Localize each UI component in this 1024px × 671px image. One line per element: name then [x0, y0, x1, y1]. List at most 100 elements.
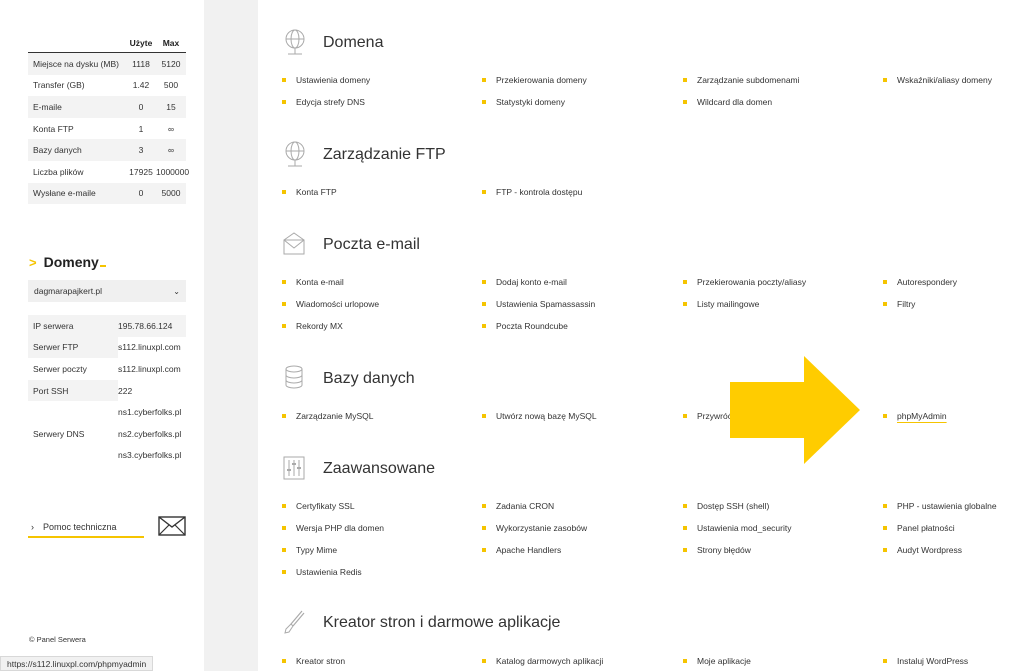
bullet-square-icon: [683, 659, 687, 663]
link-poczta-roundcube[interactable]: Poczta Roundcube: [482, 320, 568, 332]
arrow-right-icon: [730, 356, 860, 464]
bullet-square-icon: [282, 526, 286, 530]
bullet-square-icon: [883, 659, 887, 663]
link-dostep-ssh[interactable]: Dostęp SSH (shell): [683, 500, 769, 512]
bullet-square-icon: [683, 100, 687, 104]
link-edycja-strefy-dns[interactable]: Edycja strefy DNS: [282, 96, 365, 108]
link-wskazniki-aliasy-domeny[interactable]: Wskaźniki/aliasy domeny: [883, 74, 992, 86]
link-wiadomosci-urlopowe[interactable]: Wiadomości urlopowe: [282, 298, 379, 310]
bullet-square-icon: [282, 324, 286, 328]
copyright-text: © Panel Serwera: [29, 635, 86, 644]
envelope-icon[interactable]: [158, 516, 186, 536]
stats-header-max: Max: [162, 38, 180, 48]
stats-row: E-maile 0 15: [28, 96, 186, 118]
domain-select-value: dagmarapajkert.pl: [34, 286, 103, 296]
info-row: Serwer FTP s112.linuxpl.com: [28, 336, 186, 359]
link-autorespondery[interactable]: Autorespondery: [883, 276, 957, 288]
info-row: Port SSH 222: [28, 379, 186, 402]
domains-heading: > Domeny: [29, 254, 106, 270]
bullet-square-icon: [683, 504, 687, 508]
bullet-square-icon: [282, 78, 286, 82]
link-apache-handlers[interactable]: Apache Handlers: [482, 544, 561, 556]
globe-icon: [285, 141, 305, 167]
section-title: Bazy danych: [323, 370, 415, 387]
bullet-square-icon: [482, 504, 486, 508]
bullet-square-icon: [482, 526, 486, 530]
chevron-right-icon: >: [29, 255, 37, 270]
link-wykorzystanie-zasobow[interactable]: Wykorzystanie zasobów: [482, 522, 587, 534]
link-filtry[interactable]: Filtry: [883, 298, 915, 310]
stats-row: Bazy danych 3 ∞: [28, 139, 186, 161]
status-bar-url: https://s112.linuxpl.com/phpmyadmin: [0, 656, 154, 671]
link-przekierowania-domeny[interactable]: Przekierowania domeny: [482, 74, 587, 86]
link-przekierowania-poczty[interactable]: Przekierowania poczty/aliasy: [683, 276, 806, 288]
link-listy-mailingowe[interactable]: Listy mailingowe: [683, 298, 759, 310]
bullet-square-icon: [683, 526, 687, 530]
bullet-square-icon: [282, 659, 286, 663]
link-przywroc[interactable]: Przywróć: [683, 410, 732, 422]
link-zarzadzanie-mysql[interactable]: Zarządzanie MySQL: [282, 410, 373, 422]
bullet-square-icon: [482, 78, 486, 82]
link-audyt-wordpress[interactable]: Audyt Wordpress: [883, 544, 962, 556]
stats-row: Konta FTP 1 ∞: [33, 123, 175, 134]
link-statystyki-domeny[interactable]: Statystyki domeny: [482, 96, 565, 108]
bullet-square-icon: [282, 280, 286, 284]
sidebar-divider: [204, 0, 258, 671]
link-ftp-kontrola-dostepu[interactable]: FTP - kontrola dostępu: [482, 186, 582, 198]
stats-header: Użyte Max: [28, 34, 186, 53]
link-php-ustawienia-globalne[interactable]: PHP - ustawienia globalne: [883, 500, 997, 512]
bullet-square-icon: [883, 526, 887, 530]
bullet-square-icon: [482, 190, 486, 194]
link-typy-mime[interactable]: Typy Mime: [282, 544, 337, 556]
stats-header-used: Użyte: [129, 38, 153, 48]
info-row: ns1.cyberfolks.pl: [118, 407, 182, 418]
section-title: Kreator stron i darmowe aplikacje: [323, 614, 561, 631]
link-ustawienia-spamassassin[interactable]: Ustawienia Spamassassin: [482, 298, 595, 310]
bullet-square-icon: [683, 302, 687, 306]
section-title: Poczta e-mail: [323, 236, 420, 253]
bullet-square-icon: [883, 78, 887, 82]
bullet-square-icon: [883, 548, 887, 552]
chevron-right-icon: ›: [31, 522, 34, 532]
bullet-square-icon: [883, 504, 887, 508]
link-zadania-cron[interactable]: Zadania CRON: [482, 500, 554, 512]
bullet-square-icon: [683, 78, 687, 82]
link-wersja-php[interactable]: Wersja PHP dla domen: [282, 522, 384, 534]
link-rekordy-mx[interactable]: Rekordy MX: [282, 320, 343, 332]
bullet-square-icon: [683, 280, 687, 284]
bullet-square-icon: [482, 302, 486, 306]
link-certyfikaty-ssl[interactable]: Certyfikaty SSL: [282, 500, 355, 512]
link-panel-platnosci[interactable]: Panel płatności: [883, 522, 955, 534]
link-ustawienia-domeny[interactable]: Ustawienia domeny: [282, 74, 370, 86]
link-dodaj-konto-email[interactable]: Dodaj konto e-mail: [482, 276, 567, 288]
link-ustawienia-redis[interactable]: Ustawienia Redis: [282, 566, 362, 578]
link-instaluj-wordpress[interactable]: Instaluj WordPress: [883, 655, 968, 667]
link-ustawienia-mod-security[interactable]: Ustawienia mod_security: [683, 522, 791, 534]
section-title: Zaawansowane: [323, 460, 436, 477]
link-konta-ftp[interactable]: Konta FTP: [282, 186, 337, 198]
bullet-square-icon: [482, 100, 486, 104]
link-kreator-stron[interactable]: Kreator stron: [282, 655, 345, 667]
bullet-square-icon: [482, 414, 486, 418]
info-row: Serwer poczty s112.linuxpl.com: [33, 363, 181, 374]
link-moje-aplikacje[interactable]: Moje aplikacje: [683, 655, 751, 667]
brush-icon: [284, 610, 305, 634]
section-title: Domena: [323, 34, 384, 51]
bullet-square-icon: [482, 659, 486, 663]
bullet-square-icon: [282, 100, 286, 104]
link-phpmyadmin[interactable]: phpMyAdmin: [883, 410, 947, 422]
link-katalog-aplikacji[interactable]: Katalog darmowych aplikacji: [482, 655, 603, 667]
domain-select[interactable]: dagmarapajkert.pl ⌄: [28, 280, 186, 302]
link-strony-bledow[interactable]: Strony błędów: [683, 544, 751, 556]
link-wildcard-dla-domen[interactable]: Wildcard dla domen: [683, 96, 772, 108]
link-zarzadzanie-subdomenami[interactable]: Zarządzanie subdomenami: [683, 74, 800, 86]
bullet-square-icon: [282, 570, 286, 574]
link-utworz-nowa-baze[interactable]: Utwórz nową bazę MySQL: [482, 410, 597, 422]
stats-row: Transfer (GB) 1.42 500: [33, 80, 179, 91]
help-link[interactable]: › Pomoc techniczna: [28, 518, 144, 538]
link-konta-email[interactable]: Konta e-mail: [282, 276, 344, 288]
server-info-table: IP serwera 195.78.66.124 Serwer FTP s112.l…: [28, 315, 186, 466]
bullet-square-icon: [482, 324, 486, 328]
bullet-square-icon: [482, 280, 486, 284]
bullet-square-icon: [282, 504, 286, 508]
